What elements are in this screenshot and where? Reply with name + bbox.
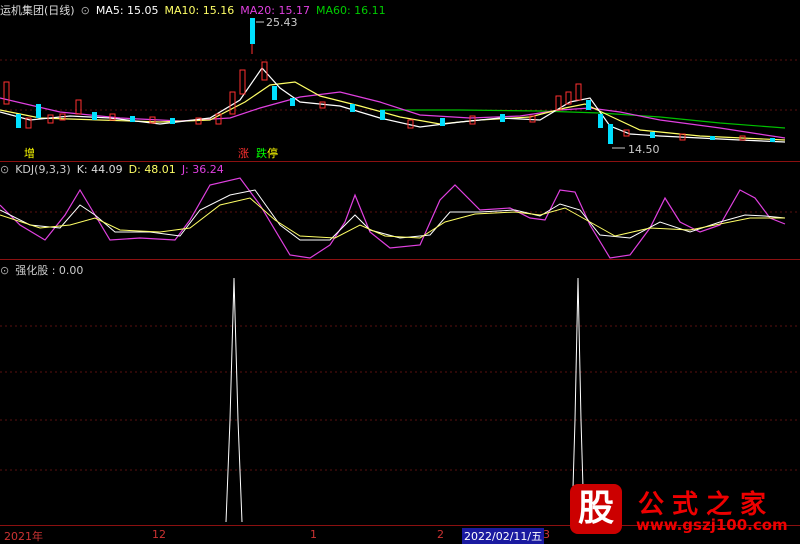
kdj-k-line xyxy=(0,189,786,241)
watermark-logo: 股 xyxy=(570,484,622,534)
low-price-label: 14.50 xyxy=(628,143,660,156)
axis-label: 12 xyxy=(152,528,166,541)
signal-mark-ting: 停 xyxy=(267,146,278,160)
signal-mark-zhang: 涨 xyxy=(238,147,249,160)
axis-label: 1 xyxy=(310,528,317,541)
site-watermark: 股 公式之家 www.gszj100.com xyxy=(570,484,790,534)
signal-mark-zeng: 增 xyxy=(24,146,35,160)
cursor-date-label: 2022/02/11/五 xyxy=(462,528,545,544)
ma5-line xyxy=(0,67,786,143)
ma10-line xyxy=(0,81,786,141)
candlesticks xyxy=(3,18,775,144)
strong-signal-spike xyxy=(225,277,243,523)
axis-label: 3 xyxy=(543,528,550,541)
signal-mark-die: 跌 xyxy=(256,146,267,160)
axis-label: 2021年 xyxy=(4,530,43,543)
chart-canvas[interactable]: 25.43 14.50 增 涨 跌 停 xyxy=(0,0,800,541)
watermark-url: www.gszj100.com xyxy=(636,516,788,534)
high-price-label: 25.43 xyxy=(266,16,298,29)
axis-label: 2 xyxy=(437,528,444,541)
kdj-j-line xyxy=(0,177,786,259)
